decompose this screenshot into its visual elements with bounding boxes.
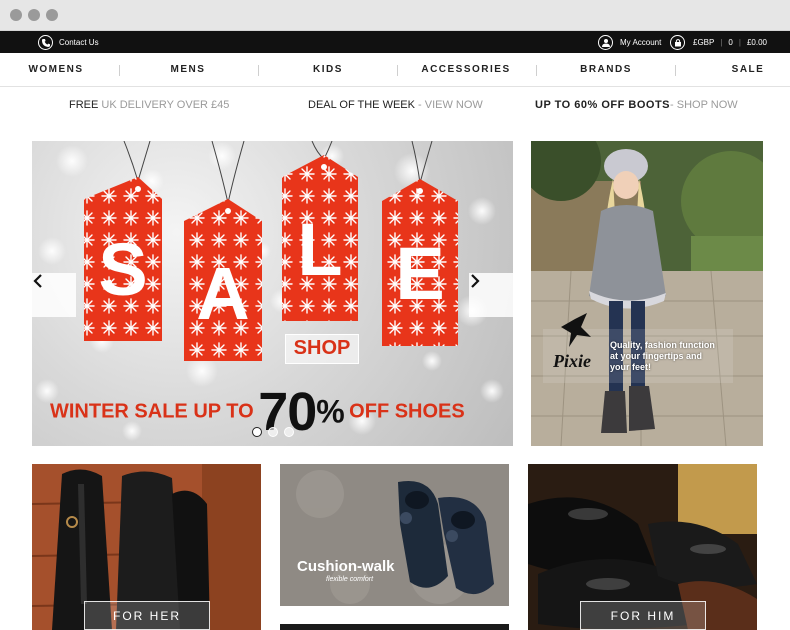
headline-percent: % <box>316 393 345 430</box>
tile-for-him[interactable]: FOR HIM <box>528 464 757 630</box>
basket-total: £0.00 <box>746 37 767 47</box>
contact-us-label: Contact Us <box>59 37 99 47</box>
cushion-walk-subtitle: flexible comfort <box>326 576 374 583</box>
sale-letter-s: S <box>98 228 148 311</box>
carousel-dot-2[interactable] <box>268 427 278 437</box>
sale-letter-a: A <box>196 252 250 335</box>
basket-icon <box>670 34 685 50</box>
tile-next-row-peek <box>280 624 509 630</box>
headline-suffix: OFF SHOES <box>349 400 465 423</box>
my-account-label: My Account <box>620 37 662 47</box>
promo-free-delivery[interactable]: FREE UK DELIVERY OVER £45 <box>69 99 229 111</box>
nav-kids[interactable]: KIDS <box>298 53 358 87</box>
cushion-walk-logo: Cushion-walk <box>297 558 395 575</box>
carousel-dot-3[interactable] <box>284 427 294 437</box>
chevron-right-icon <box>471 274 480 288</box>
browser-chrome <box>0 0 790 31</box>
nav-divider <box>119 65 120 76</box>
promo-boots-offer[interactable]: UP TO 60% OFF BOOTS- SHOP NOW <box>535 99 738 111</box>
nav-divider <box>675 65 676 76</box>
nav-accessories[interactable]: ACCESSORIES <box>418 53 514 87</box>
chevron-left-icon <box>33 274 42 288</box>
tile-cushion-walk[interactable]: Cushion-walk flexible comfort <box>280 464 509 606</box>
pixie-brand-logo: Pixie <box>553 351 591 371</box>
nav-mens[interactable]: MENS <box>158 53 218 87</box>
tile-for-her[interactable]: FOR HER <box>32 464 261 630</box>
hero-carousel[interactable]: S A L E SHOP WINTER SALE UP TO 70% OFF S… <box>32 141 513 446</box>
user-icon <box>598 34 613 50</box>
currency-selector[interactable]: £GBP <box>693 38 714 47</box>
promo-deal-of-week[interactable]: DEAL OF THE WEEK - VIEW NOW <box>308 99 483 111</box>
nav-divider <box>397 65 398 76</box>
sale-letter-e: E <box>395 232 445 315</box>
promo-delivery-bold: FREE <box>69 99 99 111</box>
promo-delivery-detail: UK DELIVERY OVER £45 <box>101 99 230 111</box>
nav-womens[interactable]: WOMENS <box>20 53 92 87</box>
pixie-banner-image <box>531 141 763 446</box>
phone-icon <box>38 34 53 50</box>
utility-bar: Contact Us My Account £GBP | 0 | £0.00 <box>0 31 790 53</box>
window-close-dot[interactable] <box>10 9 22 21</box>
main-navigation: WOMENS MENS KIDS ACCESSORIES BRANDS SALE <box>0 53 790 87</box>
pixie-tagline: Quality, fashion function at your finger… <box>610 340 715 372</box>
hero-shop-button[interactable]: SHOP <box>285 334 359 364</box>
promo-deal-title: DEAL OF THE WEEK <box>308 99 415 111</box>
carousel-dot-1[interactable] <box>252 427 262 437</box>
for-him-button[interactable]: FOR HIM <box>580 601 706 630</box>
nav-sale[interactable]: SALE <box>726 53 770 87</box>
window-minimize-dot[interactable] <box>28 9 40 21</box>
carousel-next-button[interactable] <box>469 273 513 317</box>
pixie-promo-banner[interactable]: Pixie Quality, fashion function at your … <box>531 141 763 446</box>
cushion-walk-image <box>280 464 509 606</box>
nav-divider <box>258 65 259 76</box>
carousel-pagination <box>252 427 294 437</box>
window-maximize-dot[interactable] <box>46 9 58 21</box>
headline-prefix: WINTER SALE UP TO <box>50 400 254 423</box>
my-account-link[interactable]: My Account <box>598 31 661 53</box>
basket-count: 0 <box>728 37 733 47</box>
basket-link[interactable]: £GBP | 0 | £0.00 <box>670 31 767 53</box>
promo-boots-title: UP TO 60% OFF BOOTS <box>535 99 671 111</box>
for-her-button[interactable]: FOR HER <box>84 601 210 630</box>
sale-letter-l: L <box>297 208 343 291</box>
promo-boots-link: - SHOP NOW <box>670 99 738 111</box>
separator: | <box>720 37 723 47</box>
carousel-prev-button[interactable] <box>32 273 76 317</box>
contact-us-link[interactable]: Contact Us <box>38 31 99 53</box>
nav-divider <box>536 65 537 76</box>
promo-deal-link: - VIEW NOW <box>418 99 483 111</box>
nav-brands[interactable]: BRANDS <box>570 53 642 87</box>
promo-strip: FREE UK DELIVERY OVER £45 DEAL OF THE WE… <box>0 88 790 122</box>
separator: | <box>738 37 741 47</box>
